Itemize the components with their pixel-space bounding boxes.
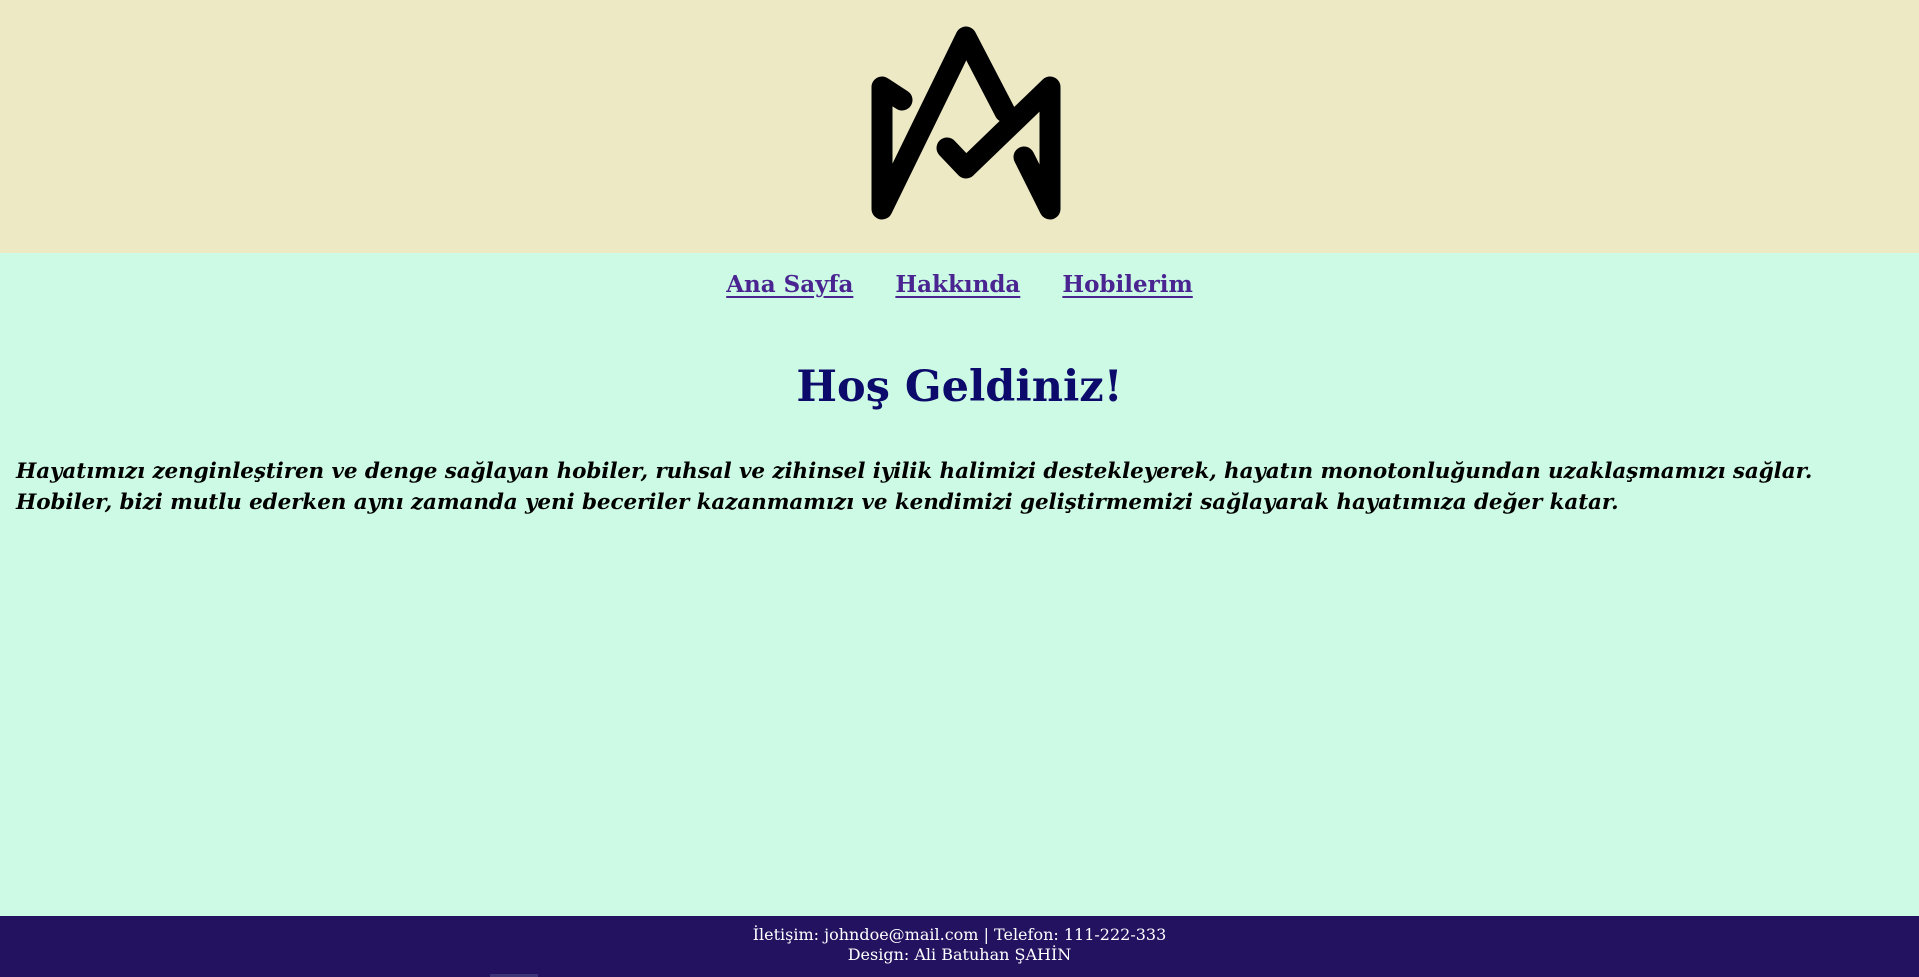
nav-link-ana-sayfa[interactable]: Ana Sayfa bbox=[726, 271, 853, 298]
main-navigation: Ana Sayfa Hakkında Hobilerim bbox=[0, 271, 1919, 298]
intro-paragraph: Hayatımızı zenginleştiren ve denge sağla… bbox=[16, 459, 1813, 515]
nav-link-hobilerim[interactable]: Hobilerim bbox=[1062, 271, 1192, 298]
site-header bbox=[0, 0, 1919, 253]
page-title: Hoş Geldiniz! bbox=[796, 362, 1123, 412]
footer-design-credit: Design: Ali Batuhan ŞAHİN bbox=[847, 945, 1072, 964]
footer-contact-text: İletişim: johndoe@mail.com | Telefon: 11… bbox=[752, 925, 1167, 944]
site-footer: İletişim: johndoe@mail.com | Telefon: 11… bbox=[0, 916, 1919, 977]
am-monogram-logo-icon bbox=[871, 26, 1061, 220]
nav-link-hakkinda[interactable]: Hakkında bbox=[895, 271, 1020, 298]
